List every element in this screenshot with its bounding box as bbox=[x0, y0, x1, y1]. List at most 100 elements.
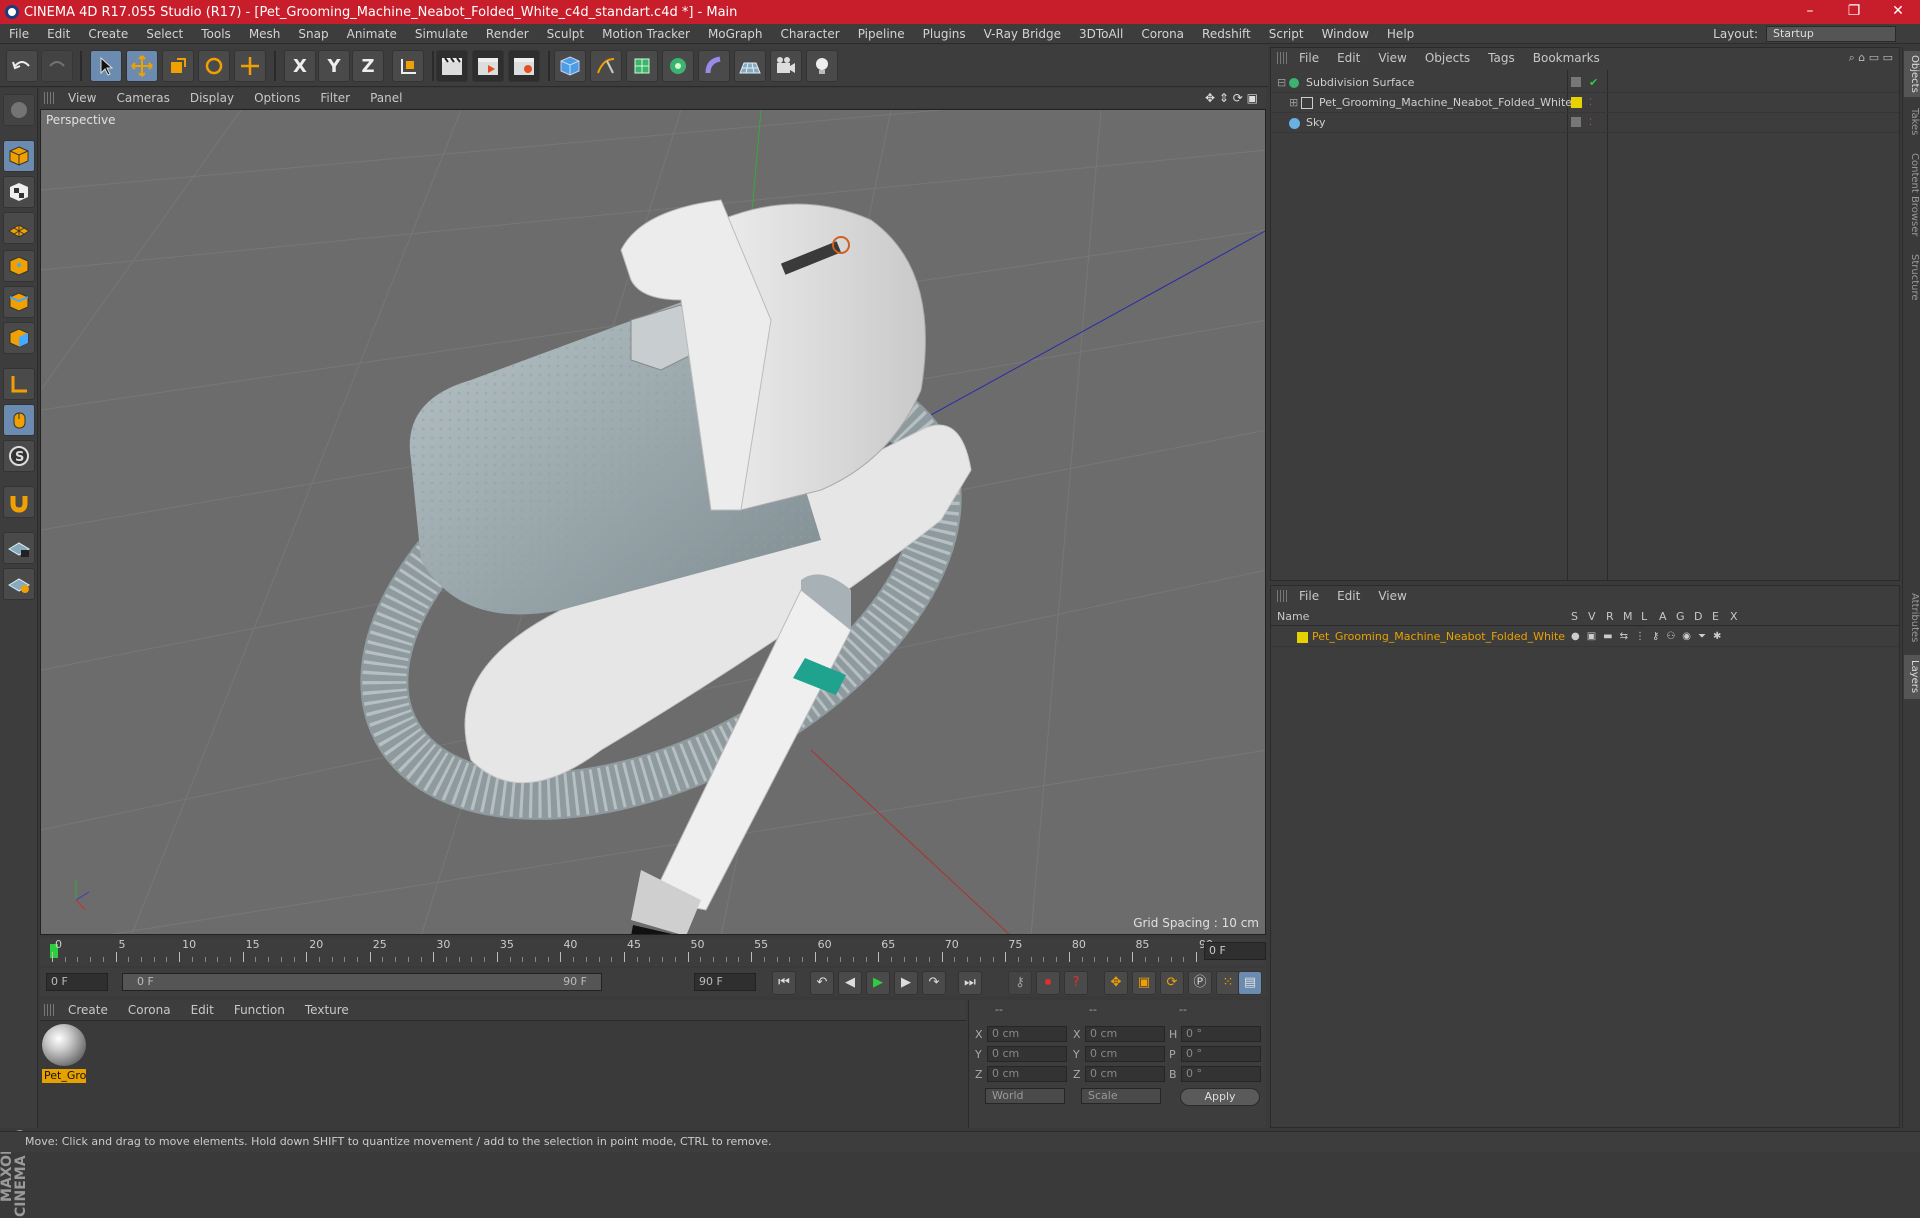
frame-ruler[interactable]: 051015202530354045505560657075808590 bbox=[50, 938, 1213, 966]
rotate-tool-button[interactable] bbox=[198, 50, 230, 82]
workplane-lock-button[interactable] bbox=[3, 532, 35, 564]
current-frame-field[interactable]: 0 F bbox=[1204, 942, 1266, 960]
axis-mode-button[interactable] bbox=[3, 368, 35, 400]
object-name[interactable]: Sky bbox=[1306, 114, 1325, 132]
add-nurbs-button[interactable] bbox=[626, 50, 658, 82]
material-menu-texture[interactable]: Texture bbox=[295, 1003, 359, 1017]
tab-objects[interactable]: Objects bbox=[1904, 51, 1920, 97]
menu-corona[interactable]: Corona bbox=[1132, 27, 1193, 41]
add-environment-button[interactable] bbox=[734, 50, 766, 82]
previous-key-button[interactable]: ↶ bbox=[810, 971, 834, 995]
menu-simulate[interactable]: Simulate bbox=[406, 27, 477, 41]
x-axis-lock-button[interactable]: X bbox=[284, 50, 316, 82]
start-frame-field[interactable]: 0 F bbox=[46, 973, 108, 991]
play-button[interactable]: ▶ bbox=[866, 971, 890, 995]
menu-tools[interactable]: Tools bbox=[192, 27, 240, 41]
menu-edit[interactable]: Edit bbox=[38, 27, 79, 41]
viewport-menu-display[interactable]: Display bbox=[180, 91, 244, 105]
menu-vray-bridge[interactable]: V-Ray Bridge bbox=[975, 27, 1070, 41]
viewport-menu-options[interactable]: Options bbox=[244, 91, 310, 105]
layer-menu-view[interactable]: View bbox=[1369, 589, 1415, 603]
object-manager-search-icon[interactable]: ⌕ ⌂ ▭ ▭ bbox=[1849, 51, 1893, 65]
y-axis-lock-button[interactable]: Y bbox=[318, 50, 350, 82]
coord-size-y-field[interactable]: 0 cm bbox=[1085, 1046, 1165, 1062]
coord-pos-x-field[interactable]: 0 cm bbox=[987, 1026, 1067, 1042]
next-key-button[interactable]: ↷ bbox=[922, 971, 946, 995]
object-menu-view[interactable]: View bbox=[1369, 51, 1415, 65]
object-menu-bookmarks[interactable]: Bookmarks bbox=[1524, 51, 1609, 65]
end-frame-field[interactable]: 90 F bbox=[694, 973, 756, 991]
material-menu-function[interactable]: Function bbox=[224, 1003, 295, 1017]
tab-attributes[interactable]: Attributes bbox=[1904, 587, 1920, 649]
viewport-camera-label[interactable]: Perspective bbox=[46, 113, 116, 127]
material-menu-corona[interactable]: Corona bbox=[118, 1003, 181, 1017]
object-row-pet-grooming-machine[interactable]: ⊞ Pet_Grooming_Machine_Neabot_Folded_Whi… bbox=[1271, 94, 1899, 113]
coord-size-z-field[interactable]: 0 cm bbox=[1085, 1066, 1165, 1082]
layer-name-header[interactable]: Name bbox=[1277, 610, 1309, 623]
object-menu-file[interactable]: File bbox=[1290, 51, 1328, 65]
add-spline-button[interactable] bbox=[590, 50, 622, 82]
tab-takes[interactable]: Takes bbox=[1904, 103, 1920, 141]
add-cube-button[interactable] bbox=[554, 50, 586, 82]
object-name[interactable]: Subdivision Surface bbox=[1306, 74, 1414, 92]
live-selection-button[interactable] bbox=[90, 50, 122, 82]
next-frame-button[interactable]: ▶ bbox=[894, 971, 918, 995]
layer-col-s[interactable]: S bbox=[1571, 610, 1578, 623]
key-position-button[interactable]: ✥ bbox=[1104, 971, 1128, 995]
key-point-level-button[interactable]: ⁙ bbox=[1216, 971, 1240, 995]
menu-render[interactable]: Render bbox=[477, 27, 538, 41]
tab-content-browser[interactable]: Content Browser bbox=[1904, 147, 1920, 243]
object-name[interactable]: Pet_Grooming_Machine_Neabot_Folded_White bbox=[1319, 94, 1572, 112]
menu-snap[interactable]: Snap bbox=[289, 27, 337, 41]
apply-button[interactable]: Apply bbox=[1180, 1088, 1260, 1106]
workplane-mode-button[interactable] bbox=[3, 212, 35, 244]
layer-color-swatch[interactable] bbox=[1297, 632, 1308, 643]
undo-button[interactable] bbox=[6, 50, 38, 82]
tree-expand-icon[interactable]: ⊞ bbox=[1289, 94, 1298, 112]
close-button[interactable]: ✕ bbox=[1876, 0, 1920, 24]
menu-file[interactable]: File bbox=[0, 27, 38, 41]
scale-tool-button[interactable] bbox=[162, 50, 194, 82]
menu-mograph[interactable]: MoGraph bbox=[699, 27, 772, 41]
menu-sculpt[interactable]: Sculpt bbox=[538, 27, 593, 41]
menu-plugins[interactable]: Plugins bbox=[914, 27, 975, 41]
make-editable-button[interactable] bbox=[3, 94, 35, 126]
enabled-check-icon[interactable]: ✔ bbox=[1589, 74, 1598, 92]
solo-button[interactable]: S bbox=[3, 440, 35, 472]
key-parameter-button[interactable]: Ⓟ bbox=[1188, 971, 1212, 995]
menu-redshift[interactable]: Redshift bbox=[1193, 27, 1260, 41]
material-name-label[interactable]: Pet_Gro bbox=[42, 1069, 86, 1083]
points-mode-button[interactable] bbox=[3, 250, 35, 282]
object-menu-objects[interactable]: Objects bbox=[1416, 51, 1479, 65]
layer-col-m[interactable]: M bbox=[1623, 610, 1633, 623]
material-menu-edit[interactable]: Edit bbox=[181, 1003, 224, 1017]
layer-menu-edit[interactable]: Edit bbox=[1328, 589, 1369, 603]
layer-col-a[interactable]: A bbox=[1659, 610, 1667, 623]
object-row-subdivision-surface[interactable]: ⊟ Subdivision Surface ✔ bbox=[1271, 74, 1899, 93]
coord-rot-p-field[interactable]: 0 ° bbox=[1181, 1046, 1261, 1062]
coord-size-x-field[interactable]: 0 cm bbox=[1085, 1026, 1165, 1042]
layer-name[interactable]: Pet_Grooming_Machine_Neabot_Folded_White bbox=[1312, 628, 1565, 646]
coord-pos-y-field[interactable]: 0 cm bbox=[987, 1046, 1067, 1062]
layer-color-swatch[interactable] bbox=[1571, 97, 1582, 108]
object-row-sky[interactable]: Sky ⁚ bbox=[1271, 114, 1899, 133]
render-to-picture-viewer-button[interactable] bbox=[472, 50, 504, 82]
maximize-button[interactable]: ❐ bbox=[1832, 0, 1876, 24]
material-preview-sphere[interactable] bbox=[42, 1024, 86, 1066]
timeline-window-button[interactable]: ▤ bbox=[1238, 971, 1262, 995]
render-settings-button[interactable] bbox=[508, 50, 540, 82]
visibility-dots-icon[interactable]: ⁚ bbox=[1589, 114, 1592, 132]
workplane-align-button[interactable] bbox=[3, 568, 35, 600]
snap-button[interactable] bbox=[3, 486, 35, 518]
layer-menu-file[interactable]: File bbox=[1290, 589, 1328, 603]
layer-tag-icon[interactable] bbox=[1571, 117, 1581, 127]
3d-viewport[interactable]: Perspective Grid Spacing : 10 cm bbox=[40, 109, 1266, 935]
key-rotation-button[interactable]: ⟳ bbox=[1160, 971, 1184, 995]
tab-structure[interactable]: Structure bbox=[1904, 249, 1920, 305]
menu-pipeline[interactable]: Pipeline bbox=[849, 27, 914, 41]
layer-col-l[interactable]: L bbox=[1641, 610, 1647, 623]
autokeying-button[interactable]: ? bbox=[1064, 971, 1088, 995]
record-keys-disabled-button[interactable]: ⚷ bbox=[1008, 971, 1032, 995]
layer-row[interactable]: Pet_Grooming_Machine_Neabot_Folded_White… bbox=[1271, 628, 1899, 647]
timeline-ruler[interactable]: 051015202530354045505560657075808590 0 F bbox=[40, 938, 1266, 966]
